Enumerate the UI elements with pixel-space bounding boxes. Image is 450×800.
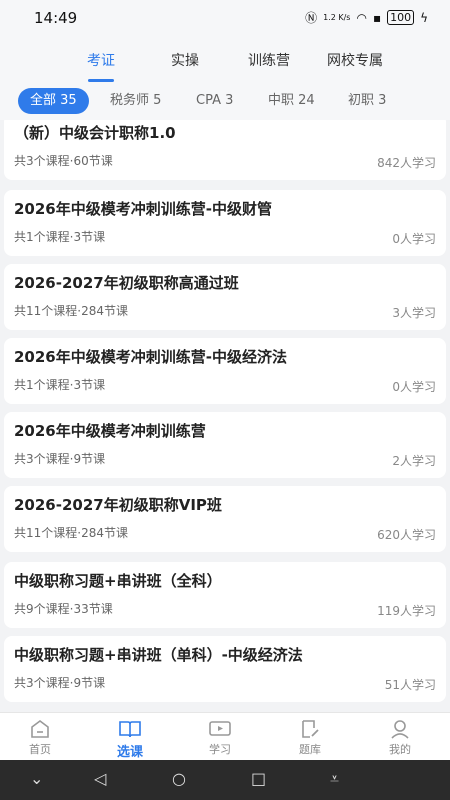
course-meta: 共11个课程·284节课 (14, 526, 128, 540)
filter-shuiwushi[interactable]: 税务师 5 (98, 88, 173, 114)
course-meta: 共3个课程·60节课 (14, 154, 113, 168)
tab-study-label: 学习 (209, 743, 231, 756)
course-learners: 0人学习 (392, 380, 436, 394)
course-card[interactable]: 2026年中级模考冲刺训练营-中级经济法 共1个课程·3节课 0人学习 (4, 338, 446, 404)
user-icon (391, 720, 409, 739)
filter-cpa[interactable]: CPA 3 (184, 88, 245, 114)
status-bar: 14:49 Ⓝ 1.2 K/s ◠ ▪ 100 ϟ (0, 0, 450, 34)
course-title: 2026年中级模考冲刺训练营-中级财管 (14, 200, 272, 218)
edit-icon (302, 720, 319, 738)
tab-questions[interactable]: 题库 (270, 713, 350, 761)
tab-home[interactable]: 首页 (0, 713, 80, 761)
chevron-down-icon[interactable]: ⌄ (30, 769, 43, 788)
download-icon[interactable]: ⩡ (330, 769, 339, 789)
sim-alert-icon: ▪ (372, 10, 382, 25)
tab-wangxiao[interactable]: 网校专属 (327, 50, 383, 70)
filter-zhongzhi[interactable]: 中职 24 (256, 88, 327, 114)
tab-kaozheng[interactable]: 考证 (87, 50, 115, 70)
tab-shicao[interactable]: 实操 (171, 50, 199, 70)
course-title: （新）中级会计职称1.0 (14, 124, 176, 142)
course-title: 2026-2027年初级职称高通过班 (14, 274, 239, 292)
course-card[interactable]: 中级职称习题+串讲班（单科）-中级经济法 共3个课程·9节课 51人学习 (4, 636, 446, 702)
tab-courses[interactable]: 选课 (90, 713, 170, 761)
nfc-icon: Ⓝ (305, 11, 318, 25)
category-filters: 全部 35 税务师 5 CPA 3 中职 24 初职 3 (0, 84, 450, 120)
course-card[interactable]: 2026年中级模考冲刺训练营 共3个课程·9节课 2人学习 (4, 412, 446, 478)
status-time: 14:49 (34, 9, 78, 27)
course-learners: 2人学习 (392, 454, 436, 468)
course-title: 2026年中级模考冲刺训练营-中级经济法 (14, 348, 287, 366)
course-meta: 共1个课程·3节课 (14, 230, 106, 244)
video-icon (209, 721, 231, 736)
tab-study[interactable]: 学习 (180, 713, 260, 761)
course-meta: 共11个课程·284节课 (14, 304, 128, 318)
home-icon (31, 720, 49, 738)
filter-all[interactable]: 全部 35 (18, 88, 89, 114)
course-list: （新）中级会计职称1.0 共3个课程·60节课 842人学习 2026年中级模考… (4, 120, 446, 712)
active-tab-indicator (88, 79, 114, 82)
course-meta: 共9个课程·33节课 (14, 602, 113, 616)
bottom-tab-bar: 首页 选课 学习 题库 我的 (0, 712, 450, 761)
course-learners: 842人学习 (377, 156, 436, 170)
course-learners: 119人学习 (377, 604, 436, 618)
tab-courses-label: 选课 (116, 745, 143, 760)
course-learners: 620人学习 (377, 528, 436, 542)
course-title: 中级职称习题+串讲班（全科） (14, 572, 222, 590)
course-meta: 共3个课程·9节课 (14, 452, 106, 466)
course-learners: 3人学习 (392, 306, 436, 320)
book-icon (119, 721, 141, 738)
charging-icon: ϟ (420, 10, 428, 25)
recents-icon[interactable]: □ (251, 769, 266, 788)
status-icons: Ⓝ 1.2 K/s ◠ ▪ 100 ϟ (305, 9, 428, 26)
course-title: 中级职称习题+串讲班（单科）-中级经济法 (14, 646, 303, 664)
course-learners: 51人学习 (384, 678, 436, 692)
filter-chuzhi[interactable]: 初职 3 (336, 88, 398, 114)
wifi-icon: ◠ (356, 10, 367, 25)
battery-icon: 100 (387, 10, 415, 25)
course-title: 2026-2027年初级职称VIP班 (14, 496, 222, 514)
course-card[interactable]: 2026-2027年初级职称VIP班 共11个课程·284节课 620人学习 (4, 486, 446, 552)
tab-xunlianying[interactable]: 训练营 (248, 50, 290, 70)
tab-mine-label: 我的 (389, 743, 411, 756)
course-learners: 0人学习 (392, 232, 436, 246)
network-speed: 1.2 K/s (323, 13, 351, 22)
home-circle-icon[interactable]: ○ (172, 769, 186, 788)
tab-mine[interactable]: 我的 (360, 713, 440, 761)
course-card[interactable]: 2026年中级模考冲刺训练营-中级财管 共1个课程·3节课 0人学习 (4, 190, 446, 256)
course-title: 2026年中级模考冲刺训练营 (14, 422, 206, 440)
tab-home-label: 首页 (29, 743, 51, 756)
tab-questions-label: 题库 (299, 743, 321, 756)
course-meta: 共3个课程·9节课 (14, 676, 106, 690)
course-card[interactable]: 中级职称习题+串讲班（全科） 共9个课程·33节课 119人学习 (4, 562, 446, 628)
course-card[interactable]: 2026-2027年初级职称高通过班 共11个课程·284节课 3人学习 (4, 264, 446, 330)
course-card[interactable]: （新）中级会计职称1.0 共3个课程·60节课 842人学习 (4, 120, 446, 180)
system-nav-bar: ⌄ ◁ ○ □ ⩡ (0, 760, 450, 800)
top-tabs: 考证 实操 训练营 网校专属 (0, 34, 450, 84)
back-icon[interactable]: ◁ (94, 769, 106, 788)
course-meta: 共1个课程·3节课 (14, 378, 106, 392)
